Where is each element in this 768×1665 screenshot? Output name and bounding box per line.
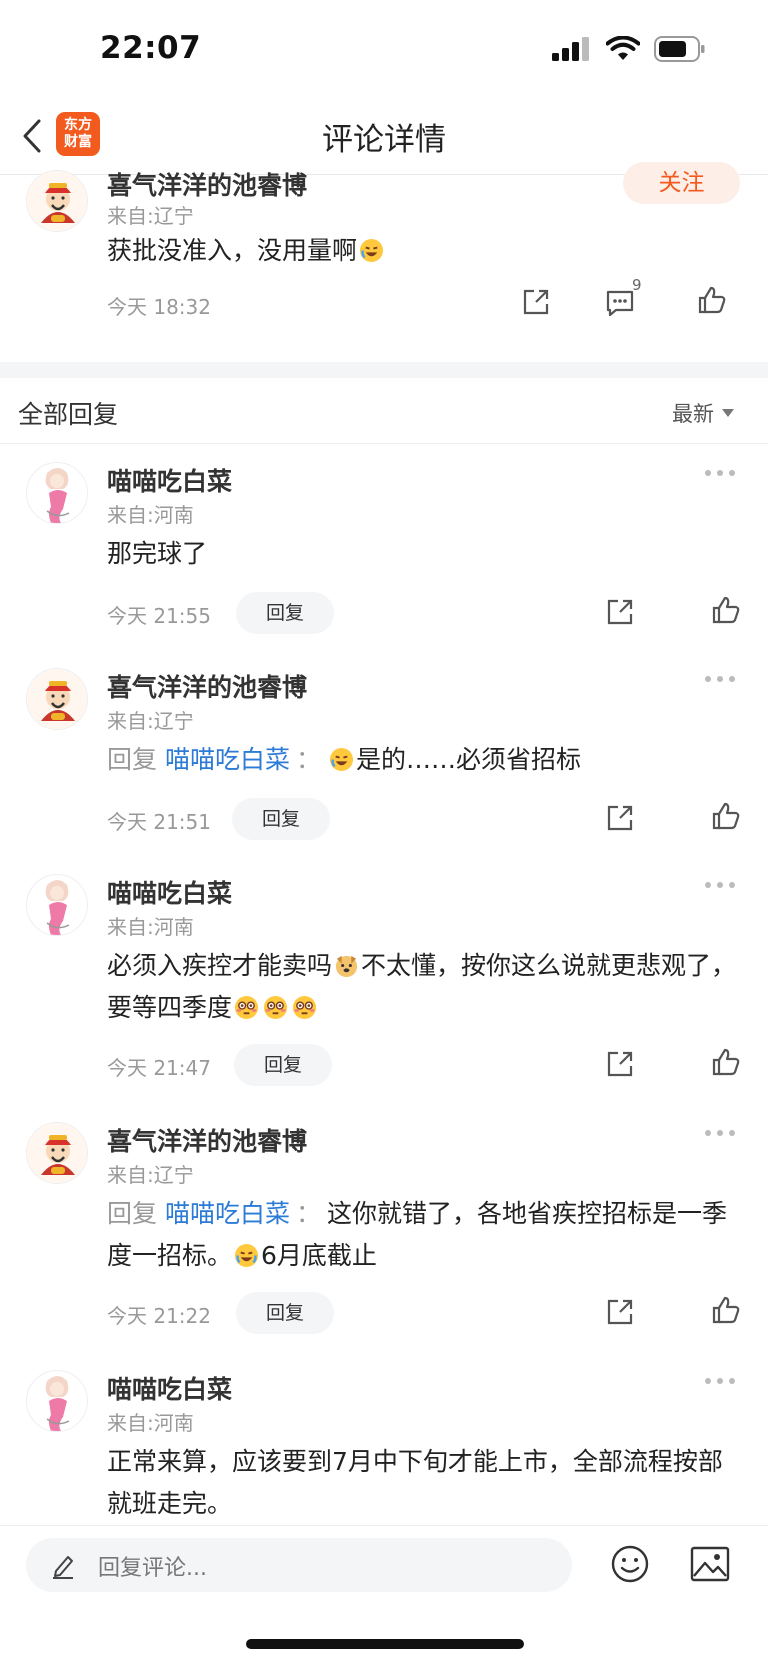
signal-icon xyxy=(552,37,589,61)
reply-item: 喵喵吃白菜 来自:河南 那完球了 今天 21:55 回复 xyxy=(0,444,768,634)
like-icon[interactable] xyxy=(696,284,728,316)
reply-time: 今天 21:51 xyxy=(107,810,211,834)
reply-item: 喜气洋洋的池睿博 来自:辽宁 回复 喵喵吃白菜：是的……必须省招标 今天 21:… xyxy=(0,650,768,840)
share-icon[interactable] xyxy=(604,1296,636,1328)
chevron-left-icon xyxy=(23,119,41,153)
crying-laughing-emoji-icon xyxy=(234,1243,259,1268)
reply-text: 必须入疾控才能卖吗 不太懂，按你这么说就更悲观了，要等四季度 xyxy=(107,951,737,1022)
avatar[interactable] xyxy=(26,1370,88,1432)
crying-laughing-emoji-icon xyxy=(359,238,384,263)
username[interactable]: 喜气洋洋的池睿博 xyxy=(107,1122,307,1158)
avatar[interactable] xyxy=(26,170,88,232)
reply-text: 回复 喵喵吃白菜：是的……必须省招标 xyxy=(107,745,582,774)
status-time: 22:07 xyxy=(100,30,202,66)
share-icon[interactable] xyxy=(604,596,636,628)
share-icon[interactable] xyxy=(604,1048,636,1080)
emoji-picker-icon[interactable] xyxy=(610,1544,650,1584)
like-icon[interactable] xyxy=(710,1294,742,1326)
location: 来自:辽宁 xyxy=(107,204,194,228)
bottom-bar: 回复评论... xyxy=(0,1525,768,1665)
mention-link[interactable]: 喵喵吃白菜 xyxy=(165,745,290,774)
flushed-face-emoji-icon xyxy=(234,995,259,1020)
reply-time: 今天 21:47 xyxy=(107,1056,211,1080)
more-options-icon[interactable] xyxy=(704,468,736,478)
like-icon[interactable] xyxy=(710,800,742,832)
avatar[interactable] xyxy=(26,874,88,936)
avatar[interactable] xyxy=(26,668,88,730)
section-divider xyxy=(0,362,768,378)
more-options-icon[interactable] xyxy=(704,1128,736,1138)
reply-item: 喵喵吃白菜 来自:河南 必须入疾控才能卖吗 不太懂，按你这么说就更悲观了，要等四季… xyxy=(0,856,768,1088)
pencil-icon xyxy=(53,1556,73,1579)
page-title: 评论详情 xyxy=(322,122,446,158)
status-icons xyxy=(552,36,706,62)
reply-item: 喵喵吃白菜 来自:河南 正常来算，应该要到7月中下旬才能上市，全部流程按部就班走… xyxy=(0,1352,768,1524)
like-icon[interactable] xyxy=(710,594,742,626)
crying-laughing-emoji-icon xyxy=(329,747,354,772)
reply-input[interactable]: 回复评论... xyxy=(26,1538,572,1592)
share-icon[interactable] xyxy=(520,286,552,318)
flushed-face-emoji-icon xyxy=(263,995,288,1020)
mention-link[interactable]: 喵喵吃白菜 xyxy=(165,1199,290,1228)
comment-time: 今天 18:32 xyxy=(107,295,211,319)
dog-face-emoji-icon xyxy=(335,955,358,978)
username[interactable]: 喵喵吃白菜 xyxy=(107,874,232,910)
wifi-icon xyxy=(606,36,640,60)
username[interactable]: 喜气洋洋的池睿博 xyxy=(107,166,307,202)
reply-button[interactable]: 回复 xyxy=(232,798,330,840)
caret-down-icon xyxy=(722,409,734,417)
reply-item: 喜气洋洋的池睿博 来自:辽宁 回复 喵喵吃白菜：这你就错了，各地省疾控招标是一季… xyxy=(0,1104,768,1336)
more-options-icon[interactable] xyxy=(704,674,736,684)
username[interactable]: 喵喵吃白菜 xyxy=(107,1370,232,1406)
status-bar: 22:07 xyxy=(0,0,768,100)
reply-time: 今天 21:22 xyxy=(107,1304,211,1328)
replies-header: 全部回复 最新 xyxy=(0,378,768,444)
avatar[interactable] xyxy=(26,1122,88,1184)
flushed-face-emoji-icon xyxy=(292,995,317,1020)
location: 来自:河南 xyxy=(107,503,194,527)
more-options-icon[interactable] xyxy=(704,880,736,890)
replies-title: 全部回复 xyxy=(18,400,119,429)
reply-button[interactable]: 回复 xyxy=(236,592,334,634)
location: 来自:辽宁 xyxy=(107,1163,194,1187)
location: 来自:河南 xyxy=(107,1411,194,1435)
follow-button[interactable]: 关注 xyxy=(623,162,740,204)
reply-button[interactable]: 回复 xyxy=(236,1292,334,1334)
more-options-icon[interactable] xyxy=(704,1376,736,1386)
reply-button[interactable]: 回复 xyxy=(234,1044,332,1086)
username[interactable]: 喜气洋洋的池睿博 xyxy=(107,668,307,704)
comment-text: 获批没准入，没用量啊 xyxy=(107,230,738,272)
home-indicator xyxy=(246,1639,524,1649)
location: 来自:河南 xyxy=(107,915,194,939)
battery-icon xyxy=(654,36,705,62)
input-placeholder: 回复评论... xyxy=(98,1556,207,1581)
image-upload-icon[interactable] xyxy=(690,1546,730,1582)
share-icon[interactable] xyxy=(604,802,636,834)
app-logo[interactable]: 东方 财富 xyxy=(56,112,100,156)
main-comment: 喜气洋洋的池睿博 来自:辽宁 关注 获批没准入，没用量啊 今天 18:32 9 xyxy=(0,162,768,362)
back-button[interactable] xyxy=(22,116,52,156)
reply-text: 回复 喵喵吃白菜：这你就错了，各地省疾控招标是一季度一招标。 6月底截止 xyxy=(107,1199,728,1270)
sort-dropdown[interactable]: 最新 xyxy=(672,398,734,428)
comment-count-badge: 9 xyxy=(632,276,642,294)
reply-text: 正常来算，应该要到7月中下旬才能上市，全部流程按部就班走完。 xyxy=(107,1447,723,1518)
like-icon[interactable] xyxy=(710,1046,742,1078)
avatar[interactable] xyxy=(26,462,88,524)
location: 来自:辽宁 xyxy=(107,709,194,733)
reply-text: 那完球了 xyxy=(107,539,208,568)
username[interactable]: 喵喵吃白菜 xyxy=(107,462,232,498)
reply-time: 今天 21:55 xyxy=(107,604,211,628)
